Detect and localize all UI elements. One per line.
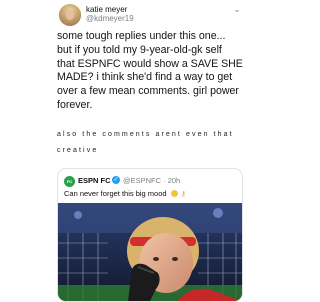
author-handle[interactable]: @kdmeyer19	[86, 14, 134, 23]
tweet-line: but if you told my 9-year-old-gk self	[57, 43, 222, 56]
ellipsis-icon[interactable]: ⌄	[232, 5, 242, 14]
key-emoji-icon: ⚷	[180, 191, 186, 198]
tweet-spaced-text: also the comments arent even that creati…	[57, 127, 247, 159]
avatar-face	[66, 10, 74, 20]
quoted-account-name[interactable]: ESPN FC	[78, 176, 111, 185]
goalkeeper-photo[interactable]	[58, 203, 242, 301]
tweet-line: forever.	[57, 98, 93, 111]
tweet-body: some tough replies under this one... but…	[57, 30, 249, 113]
tweet-line: some tough replies under this one...	[57, 30, 226, 42]
author-name[interactable]: katie meyer	[86, 5, 127, 14]
tweet: katie meyer @kdmeyer19 ⌄ some tough repl…	[0, 0, 300, 302]
quoted-handle-time: @ESPNFC · 20h	[123, 176, 181, 185]
avatar[interactable]	[59, 4, 81, 26]
tweet-line: over a few mean comments. girl power	[57, 85, 239, 98]
quoted-tweet[interactable]: FC ESPN FC ✓ @ESPNFC · 20h Can never for…	[57, 168, 243, 302]
tweet-line: that ESPNFC would show a SAVE SHE	[57, 57, 243, 70]
verified-icon: ✓	[112, 176, 120, 184]
quoted-text: Can never forget this big mood ⚷	[64, 189, 186, 198]
spaced-line: also the comments arent even that	[57, 131, 234, 138]
spaced-line: creative	[57, 147, 99, 154]
tweet-line: MADE? i think she'd find a way to get	[57, 71, 233, 84]
goalkeeper-photo-art	[58, 203, 242, 301]
espn-fc-logo: FC	[64, 176, 75, 187]
quoted-text-content: Can never forget this big mood	[64, 189, 167, 198]
upside-down-face-emoji-icon	[170, 190, 178, 197]
